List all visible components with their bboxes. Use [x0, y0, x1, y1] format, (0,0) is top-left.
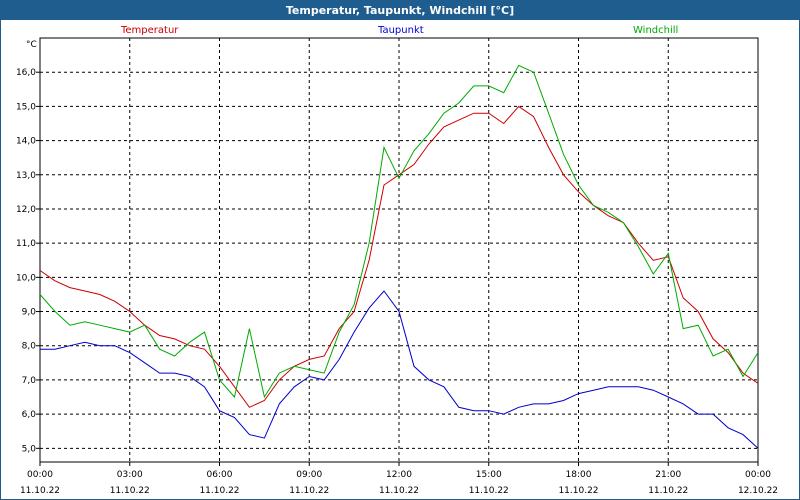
x-tick-time-label: 18:00: [566, 470, 592, 480]
x-tick-time-label: 06:00: [207, 470, 233, 480]
x-tick-date-label: 11.10.22: [558, 486, 598, 496]
x-tick-date-label: 11.10.22: [20, 486, 60, 496]
x-tick-time-label: 03:00: [117, 470, 143, 480]
x-tick-date-label: 11.10.22: [469, 486, 509, 496]
y-tick-label: 9,0: [22, 308, 37, 318]
chart-plot: 5,0 6,0 7,0 8,0 9,0 10,0 11,0 12,0 13,0 14,0 15,0 1…: [16, 37, 778, 496]
y-tick-label: 15,0: [16, 102, 36, 112]
y-tick-label: 16,0: [16, 68, 36, 78]
x-tick-time-label: 15:00: [476, 470, 502, 480]
x-tick-date-label: 12.10.22: [738, 486, 778, 496]
x-tick-time-label: 21:00: [655, 470, 681, 480]
x-tick-time-label: 00:00: [27, 470, 53, 480]
y-tick-label: 7,0: [22, 376, 37, 386]
x-tick-time-label: 09:00: [296, 470, 322, 480]
y-tick-label: 8,0: [22, 342, 37, 352]
y-tick-label: 12,0: [16, 205, 36, 215]
y-tick-label: 6,0: [22, 410, 37, 420]
x-tick-date-label: 11.10.22: [648, 486, 688, 496]
x-tick-date-label: 11.10.22: [110, 486, 150, 496]
x-tick-date-label: 11.10.22: [199, 486, 239, 496]
x-tick-time-label: 12:00: [386, 470, 412, 480]
y-tick-label: 5,0: [22, 444, 37, 454]
x-tick-date-label: 11.10.22: [289, 486, 329, 496]
y-tick-label: 10,0: [16, 273, 36, 283]
x-tick-time-label: 00:00: [745, 470, 771, 480]
x-tick-date-label: 11.10.22: [379, 486, 419, 496]
y-tick-label: 14,0: [16, 137, 36, 147]
y-axis-label: °C: [26, 40, 37, 50]
y-tick-label: 11,0: [16, 239, 36, 249]
y-tick-label: 13,0: [16, 171, 36, 181]
